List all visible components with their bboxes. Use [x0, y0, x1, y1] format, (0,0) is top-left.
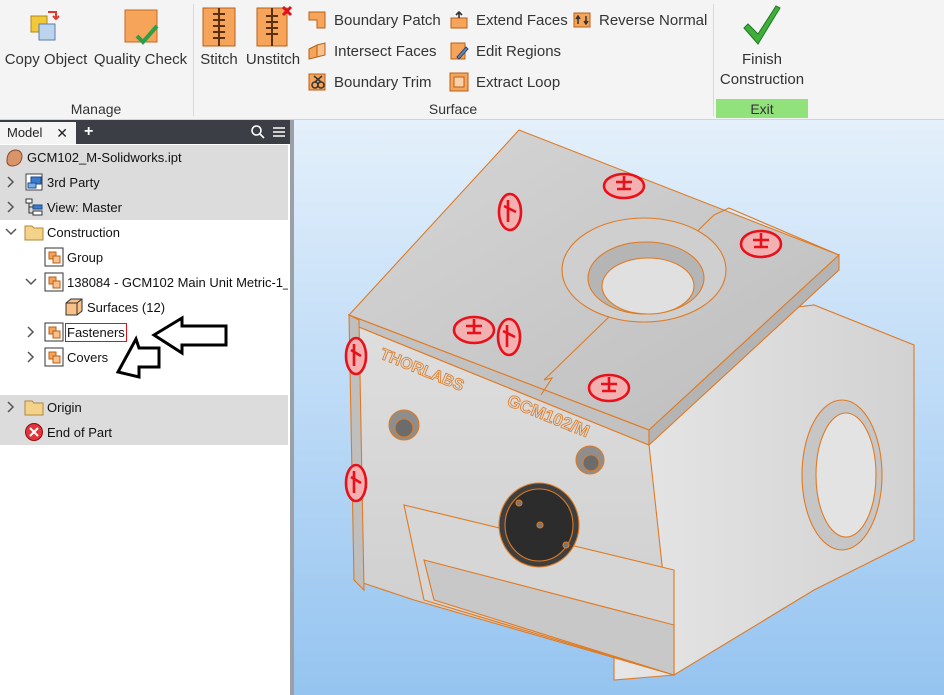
fastener-icon[interactable]	[602, 172, 646, 200]
boundary-patch-button[interactable]: Boundary Patch	[307, 8, 441, 32]
tree-node-group[interactable]: Group	[0, 245, 288, 270]
browser-header: Model ✕ +	[0, 120, 290, 144]
unstitch-label: Unstitch	[245, 51, 301, 68]
fastener-icon[interactable]	[452, 315, 496, 345]
construction-group-icon	[44, 247, 64, 267]
tree-label: GCM102_M-Solidworks.ipt	[27, 150, 182, 165]
boundary-trim-button[interactable]: Boundary Trim	[307, 70, 432, 94]
surface-panel-title: Surface	[428, 101, 478, 117]
tree-label: Group	[67, 250, 104, 265]
ribbon: Copy Object Quality Check Manage Stitch	[0, 0, 944, 120]
reverse-normal-button[interactable]: Reverse Normal	[572, 8, 707, 32]
construction-group-icon	[44, 347, 64, 367]
add-tab-button[interactable]: +	[84, 120, 98, 144]
stitch-icon	[202, 7, 236, 47]
green-check-icon	[743, 5, 781, 45]
unstitch-button[interactable]: Unstitch	[245, 4, 301, 94]
reverse-normal-icon	[573, 12, 591, 28]
boundary-patch-label: Boundary Patch	[334, 11, 441, 29]
tree-node-origin[interactable]: Origin	[0, 395, 288, 420]
tree-node-view-master[interactable]: View: Master	[0, 195, 288, 220]
tree-node-3rd-party[interactable]: 3rd Party	[0, 170, 288, 195]
boundary-trim-label: Boundary Trim	[334, 73, 432, 91]
quality-check-label: Quality Check	[93, 51, 188, 68]
construction-group-icon	[44, 322, 64, 342]
unstitch-icon	[256, 5, 293, 47]
boundary-patch-icon	[308, 11, 326, 29]
extract-loop-label: Extract Loop	[476, 73, 561, 91]
menu-icon[interactable]	[271, 124, 287, 140]
panel-separator	[713, 4, 714, 116]
quality-check-button[interactable]: Quality Check	[93, 4, 188, 94]
intersect-faces-label: Intersect Faces	[334, 42, 437, 60]
search-icon[interactable]	[250, 124, 266, 140]
copy-object-button[interactable]: Copy Object	[2, 4, 90, 94]
folder-icon	[24, 225, 44, 241]
surface-body-icon	[65, 298, 83, 316]
copy-object-label: Copy Object	[4, 51, 88, 68]
tree-node-construction[interactable]: Construction	[0, 220, 288, 245]
chevron-right-icon[interactable]	[25, 351, 37, 363]
tree-node-root-part[interactable]: GCM102_M-Solidworks.ipt	[0, 145, 288, 170]
end-of-part-icon	[25, 423, 43, 441]
fastener-icon[interactable]	[344, 463, 368, 503]
intersect-faces-button[interactable]: Intersect Faces	[307, 39, 437, 63]
reverse-normal-label: Reverse Normal	[599, 11, 708, 29]
extend-faces-label: Extend Faces	[476, 11, 568, 29]
fastener-icon[interactable]	[739, 229, 783, 259]
extract-loop-button[interactable]: Extract Loop	[449, 70, 560, 94]
construction-group-icon	[44, 272, 64, 292]
graphics-viewport[interactable]: THORLABS GCM102/M	[294, 120, 944, 695]
chevron-right-icon[interactable]	[5, 176, 17, 188]
copy-object-icon	[30, 11, 60, 41]
model-browser: Model ✕ + GCM102_M-Solidworks.ipt 3rd Pa…	[0, 120, 290, 695]
fastener-icon[interactable]	[496, 317, 522, 357]
edit-regions-label: Edit Regions	[476, 42, 562, 60]
tab-model[interactable]: Model ✕	[0, 122, 76, 144]
tree-label: Covers	[67, 350, 109, 365]
boundary-trim-icon	[308, 73, 326, 91]
close-icon[interactable]: ✕	[56, 122, 68, 144]
tree-label: Construction	[47, 225, 120, 240]
fastener-icon[interactable]	[497, 192, 523, 232]
arrow-left-icon	[151, 315, 228, 356]
manage-panel-title: Manage	[70, 101, 122, 117]
tab-model-label: Model	[7, 125, 43, 140]
view-rep-icon	[25, 198, 43, 216]
chevron-right-icon[interactable]	[5, 401, 17, 413]
part-icon	[6, 149, 23, 167]
tree-node-main-unit[interactable]: 138084 - GCM102 Main Unit Metric-1_1	[0, 270, 288, 295]
intersect-faces-icon	[308, 42, 326, 60]
chevron-right-icon[interactable]	[25, 326, 37, 338]
extend-faces-icon	[450, 10, 468, 29]
tree-label: View: Master	[47, 200, 122, 215]
tree-label: 138084 - GCM102 Main Unit Metric-1_1	[67, 275, 288, 290]
chevron-right-icon[interactable]	[5, 201, 17, 213]
finish-label-line2: Construction	[719, 71, 805, 88]
chevron-down-icon[interactable]	[5, 226, 17, 238]
arrow-up-left-icon	[115, 335, 161, 379]
stitch-button[interactable]: Stitch	[196, 4, 242, 94]
folder-icon	[24, 400, 44, 416]
stitch-label: Stitch	[200, 51, 238, 68]
finish-construction-button[interactable]: Finish Construction	[716, 4, 808, 94]
tree-label: End of Part	[47, 425, 113, 440]
tree-label: 3rd Party	[47, 175, 100, 190]
edit-regions-icon	[450, 42, 469, 60]
chevron-down-icon[interactable]	[25, 276, 37, 288]
edit-regions-button[interactable]: Edit Regions	[449, 39, 561, 63]
fastener-icon[interactable]	[587, 373, 631, 403]
third-party-icon	[25, 173, 43, 191]
extend-faces-button[interactable]: Extend Faces	[449, 8, 568, 32]
fastener-icon[interactable]	[344, 336, 368, 376]
tree-node-end-of-part[interactable]: End of Part	[0, 420, 288, 445]
part-model[interactable]: THORLABS GCM102/M	[294, 120, 944, 695]
extract-loop-icon	[449, 72, 469, 92]
tree-label: Origin	[47, 400, 82, 415]
exit-panel-title: Exit	[750, 101, 774, 117]
annotation-arrows	[115, 315, 228, 379]
finish-label-line1: Finish	[741, 51, 782, 68]
quality-check-icon	[124, 9, 159, 45]
